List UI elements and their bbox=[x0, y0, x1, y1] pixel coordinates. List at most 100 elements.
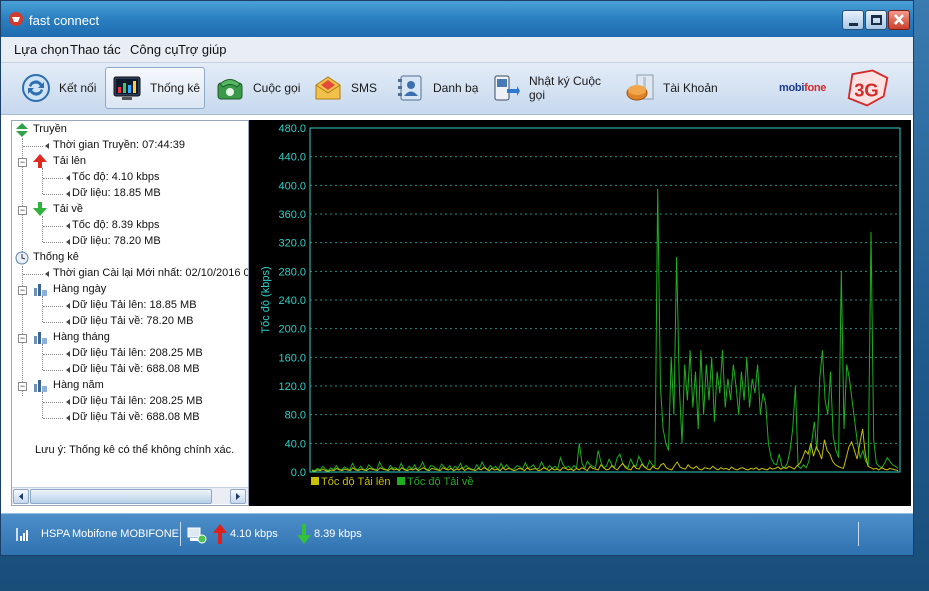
scrollbar-thumb[interactable] bbox=[30, 489, 212, 504]
y-tick-label: 320.0 bbox=[278, 238, 306, 250]
tree-monthly[interactable]: Hàng tháng bbox=[53, 331, 110, 347]
toolbar-connect-button[interactable]: Kết nối bbox=[21, 67, 103, 109]
tree-horizontal-scrollbar[interactable] bbox=[12, 487, 248, 504]
speed-chart-panel: 0.0 40.0 80.0 120.0 160.0 200.0 240.0 280.0 320.… bbox=[249, 120, 911, 506]
speed-chart: 0.0 40.0 80.0 120.0 160.0 200.0 240.0 280.0 320.… bbox=[260, 123, 901, 488]
legend-download-swatch bbox=[397, 477, 405, 485]
clock-icon bbox=[15, 251, 29, 265]
collapse-upload-toggle[interactable]: − bbox=[18, 158, 27, 167]
network-device-icon bbox=[187, 527, 207, 544]
y-tick-label: 280.0 bbox=[278, 266, 306, 278]
minimize-button[interactable] bbox=[842, 10, 864, 30]
brand-mobifone-logo: mobifone bbox=[779, 82, 827, 94]
collapse-download-toggle[interactable]: − bbox=[18, 206, 27, 215]
menu-item-options[interactable]: Lựa chọn bbox=[14, 42, 69, 57]
transfer-arrows-icon bbox=[16, 123, 28, 137]
maximize-icon bbox=[871, 15, 882, 25]
connect-icon bbox=[22, 74, 50, 102]
tree-transmit-time[interactable]: Thời gian Truyền: 07:44:39 bbox=[53, 139, 185, 155]
toolbar-call-log-button[interactable]: Nhật ký Cuộc gọi bbox=[491, 67, 615, 109]
tree-daily[interactable]: Hàng ngày bbox=[53, 283, 106, 299]
menu-item-actions[interactable]: Thao tác bbox=[70, 42, 121, 57]
download-arrow-icon bbox=[33, 202, 47, 216]
bar-chart-icon bbox=[34, 332, 47, 344]
contacts-icon bbox=[398, 75, 422, 101]
toolbar-sms-button[interactable]: SMS bbox=[313, 67, 383, 109]
toolbar-calls-label: Cuộc gọi bbox=[253, 81, 301, 95]
toolbar-statistics-button[interactable]: Thống kê bbox=[105, 67, 205, 109]
maximize-button[interactable] bbox=[865, 10, 887, 30]
status-download-speed: 8.39 kbps bbox=[314, 528, 362, 540]
toolbar-connect-label: Kết nối bbox=[59, 81, 97, 95]
statistics-tree-panel: Truyền Thời gian Truyền: 07:44:39 − Tải … bbox=[11, 120, 249, 506]
chevron-left-icon bbox=[19, 493, 23, 500]
scroll-left-button[interactable] bbox=[13, 489, 29, 504]
toolbar-call-log-label: Nhật ký Cuộc gọi bbox=[529, 74, 602, 102]
tree-upload[interactable]: Tải lên bbox=[53, 155, 86, 171]
collapse-yearly-toggle[interactable]: − bbox=[18, 382, 27, 391]
tree-yearly-download[interactable]: Dữ liệu Tải về: 688.08 MB bbox=[72, 411, 200, 427]
operator-name: Mobifone MOBIFONE bbox=[72, 528, 179, 540]
minimize-icon bbox=[849, 23, 858, 26]
status-bar: HSPA Mobifone MOBIFONE 4.10 kbps 8.39 kb… bbox=[1, 513, 913, 555]
app-window: fast connect Lựa chọn Thao tác Công cụ T… bbox=[0, 0, 914, 556]
y-tick-label: 0.0 bbox=[291, 467, 306, 479]
menu-bar: Lựa chọn Thao tác Công cụ Trợ giúp bbox=[1, 37, 913, 63]
tree-yearly[interactable]: Hàng năm bbox=[53, 379, 104, 395]
y-tick-label: 440.0 bbox=[278, 152, 306, 164]
y-tick-label: 120.0 bbox=[278, 381, 306, 393]
tree-download-data[interactable]: Dữ liệu: 78.20 MB bbox=[72, 235, 161, 251]
tree-statistics[interactable]: Thống kê bbox=[33, 251, 79, 267]
toolbar: Kết nối Thống kê Cuộc gọi SMS Danh bạ Nh… bbox=[1, 63, 913, 115]
y-tick-label: 80.0 bbox=[285, 410, 306, 422]
toolbar-contacts-button[interactable]: Danh bạ bbox=[395, 67, 479, 109]
legend-upload-label: Tốc độ Tải lên bbox=[321, 476, 391, 488]
tree-download-speed[interactable]: Tốc độ: 8.39 kbps bbox=[72, 219, 159, 235]
tree-daily-download[interactable]: Dữ liệu Tải về: 78.20 MB bbox=[72, 315, 194, 331]
toolbar-account-button[interactable]: Tài Khoản bbox=[625, 67, 721, 109]
bar-chart-icon bbox=[34, 284, 47, 296]
toolbar-contacts-label: Danh bạ bbox=[433, 81, 479, 95]
tree-last-reset[interactable]: Thời gian Cài lại Mới nhất: 02/10/2016 0… bbox=[53, 267, 248, 283]
collapse-daily-toggle[interactable]: − bbox=[18, 286, 27, 295]
y-axis-label: Tốc độ (kbps) bbox=[260, 266, 272, 333]
menu-item-tools[interactable]: Công cụ bbox=[130, 42, 178, 57]
toolbar-calls-button[interactable]: Cuộc gọi bbox=[215, 67, 301, 109]
tree-upload-data[interactable]: Dữ liệu: 18.85 MB bbox=[72, 187, 161, 203]
tree-transmit[interactable]: Truyền bbox=[33, 123, 67, 139]
download-speed-series bbox=[311, 188, 899, 472]
tree-upload-speed[interactable]: Tốc độ: 4.10 kbps bbox=[72, 171, 159, 187]
close-icon bbox=[894, 14, 904, 25]
upload-speed-icon bbox=[213, 524, 227, 544]
y-tick-label: 240.0 bbox=[278, 295, 306, 307]
phone-icon bbox=[217, 79, 243, 100]
signal-antenna-icon bbox=[16, 528, 28, 541]
tree-daily-upload[interactable]: Dữ liệu Tải lên: 18.85 MB bbox=[72, 299, 197, 315]
scroll-right-button[interactable] bbox=[230, 489, 246, 504]
call-log-icon bbox=[494, 75, 520, 101]
chevron-right-icon bbox=[236, 493, 240, 500]
collapse-monthly-toggle[interactable]: − bbox=[18, 334, 27, 343]
tree-download[interactable]: Tải về bbox=[53, 203, 83, 219]
window-title: fast connect bbox=[29, 13, 100, 28]
svg-text:3G: 3G bbox=[854, 79, 879, 100]
menu-item-help[interactable]: Trợ giúp bbox=[178, 42, 227, 57]
tree-monthly-download[interactable]: Dữ liệu Tải về: 688.08 MB bbox=[72, 363, 200, 379]
status-divider bbox=[858, 522, 859, 546]
close-button[interactable] bbox=[888, 10, 910, 30]
title-bar[interactable]: fast connect bbox=[1, 1, 913, 37]
tree-monthly-upload[interactable]: Dữ liệu Tải lên: 208.25 MB bbox=[72, 347, 203, 363]
y-tick-label: 400.0 bbox=[278, 180, 306, 192]
toolbar-sms-label: SMS bbox=[351, 81, 378, 95]
upload-arrow-icon bbox=[33, 154, 47, 168]
envelope-icon bbox=[315, 76, 341, 100]
bar-chart-icon bbox=[34, 380, 47, 392]
app-logo-icon bbox=[9, 12, 23, 26]
tree-yearly-upload[interactable]: Dữ liệu Tải lên: 208.25 MB bbox=[72, 395, 203, 411]
accuracy-note: Lưu ý: Thống kê có thể không chính xác. bbox=[35, 444, 235, 456]
legend-download-label: Tốc độ Tải về bbox=[407, 476, 473, 488]
legend-upload-swatch bbox=[311, 477, 319, 485]
y-tick-label: 160.0 bbox=[278, 352, 306, 364]
3g-logo-icon: 3G bbox=[847, 69, 889, 107]
y-tick-label: 200.0 bbox=[278, 324, 306, 336]
